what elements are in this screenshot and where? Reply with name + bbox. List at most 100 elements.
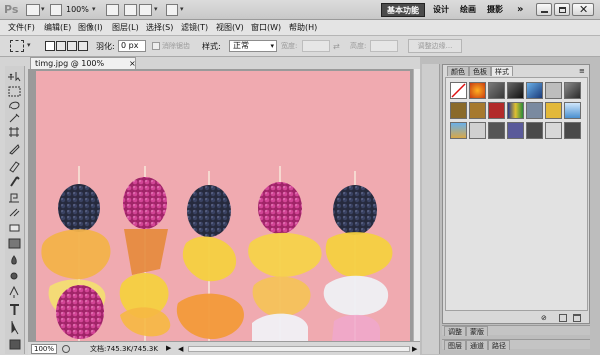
menu-window[interactable]: 窗口(W): [251, 22, 281, 34]
tab-masks[interactable]: 蒙版: [466, 326, 488, 336]
style-select[interactable]: 正常 ▾: [229, 40, 277, 52]
style-swatch[interactable]: [469, 82, 486, 99]
intersect-selection-icon[interactable]: [78, 41, 88, 51]
styles-panel: 颜色 色板 样式 ≡ ⊘: [442, 64, 590, 324]
style-swatch[interactable]: [507, 122, 524, 139]
add-selection-icon[interactable]: [56, 41, 66, 51]
chevron-down-icon[interactable]: ▾: [154, 5, 158, 13]
menu-image[interactable]: 图像(I): [78, 22, 103, 34]
style-swatch[interactable]: [450, 122, 467, 139]
style-swatch[interactable]: [488, 102, 505, 119]
bridge-icon[interactable]: [26, 4, 40, 16]
horizontal-scrollbar[interactable]: [188, 346, 410, 352]
antialias-checkbox[interactable]: [152, 42, 160, 50]
menu-help[interactable]: 帮助(H): [289, 22, 317, 34]
eraser-tool-icon: [9, 224, 20, 232]
workspace-photography[interactable]: 摄影: [482, 3, 508, 17]
document-size: 文档:745.3K/745.3K: [90, 345, 158, 353]
style-swatch[interactable]: [545, 82, 562, 99]
style-swatch[interactable]: [545, 122, 562, 139]
dodge-tool-icon: [10, 272, 18, 280]
swap-icon[interactable]: ⇄: [333, 42, 340, 51]
no-style-icon: [451, 83, 466, 98]
menu-file[interactable]: 文件(F): [8, 22, 35, 34]
menu-select[interactable]: 选择(S): [146, 22, 173, 34]
refine-edge-button[interactable]: 调整边缘...: [408, 39, 462, 53]
status-info-icon[interactable]: [62, 345, 70, 353]
style-swatch[interactable]: [526, 122, 543, 139]
menu-view[interactable]: 视图(V): [216, 22, 244, 34]
subtract-selection-icon[interactable]: [67, 41, 77, 51]
minimize-button[interactable]: [536, 3, 552, 16]
tab-styles[interactable]: 样式: [491, 66, 513, 76]
height-input[interactable]: [370, 40, 398, 52]
style-swatch[interactable]: [545, 102, 562, 119]
style-swatch[interactable]: [526, 82, 543, 99]
image-canvas[interactable]: [36, 71, 410, 341]
workspace-painting[interactable]: 绘画: [455, 3, 481, 17]
tools-svg: [8, 72, 21, 350]
rotate-view-icon[interactable]: [124, 4, 137, 16]
tab-swatches[interactable]: 色板: [469, 66, 491, 76]
collapsed-panel-strip: [422, 64, 440, 354]
style-swatch[interactable]: [526, 102, 543, 119]
maximize-button[interactable]: [554, 3, 570, 16]
style-swatch[interactable]: [469, 122, 486, 139]
tab-adjustments[interactable]: 调整: [444, 326, 466, 336]
zoom-level-menu[interactable]: 100%: [66, 4, 89, 16]
crop-tool-icon: [9, 127, 19, 137]
style-swatch[interactable]: [450, 102, 467, 119]
style-label: 样式:: [202, 42, 221, 51]
menu-edit[interactable]: 编辑(E): [44, 22, 71, 34]
style-none-swatch[interactable]: [450, 82, 467, 99]
scroll-left-icon[interactable]: ◀: [178, 345, 183, 353]
close-window-button[interactable]: ✕: [572, 3, 594, 16]
scroll-right-icon[interactable]: ▶: [412, 345, 417, 353]
style-swatch[interactable]: [564, 122, 581, 139]
vertical-scrollbar[interactable]: [413, 69, 420, 341]
marquee-preset-icon[interactable]: [10, 40, 24, 52]
style-swatch[interactable]: [469, 102, 486, 119]
style-swatch[interactable]: [507, 82, 524, 99]
menu-layer[interactable]: 图层(L): [112, 22, 139, 34]
minimize-icon: [541, 11, 548, 13]
width-label: 宽度:: [281, 42, 298, 50]
clear-style-icon[interactable]: ⊘: [541, 314, 547, 322]
workspace-design[interactable]: 设计: [428, 3, 454, 17]
chevron-down-icon[interactable]: ▾: [27, 41, 31, 49]
status-menu-arrow[interactable]: ▶: [166, 344, 171, 352]
tab-paths[interactable]: 路径: [488, 340, 510, 350]
chevron-down-icon[interactable]: ▾: [92, 5, 96, 13]
healing-brush-tool-icon: [9, 161, 20, 173]
menu-filter[interactable]: 滤镜(T): [181, 22, 208, 34]
delete-style-icon[interactable]: [573, 314, 581, 322]
width-input[interactable]: [302, 40, 330, 52]
mini-bridge-icon[interactable]: [50, 4, 62, 16]
tab-channels[interactable]: 通道: [466, 340, 488, 350]
close-document-icon[interactable]: ×: [129, 58, 136, 69]
options-bar: ▾ 羽化: 0 px 消除锯齿 样式: 正常 ▾ 宽度: ⇄ 高度: 调整边缘.…: [0, 36, 600, 57]
chevron-down-icon[interactable]: ▾: [180, 5, 184, 13]
panel-menu-icon[interactable]: ≡: [579, 67, 585, 75]
style-swatch[interactable]: [507, 102, 524, 119]
feather-label: 羽化:: [96, 42, 115, 51]
new-style-icon[interactable]: [559, 314, 567, 322]
chevron-down-icon[interactable]: ▾: [41, 5, 45, 13]
hand-icon[interactable]: [106, 4, 119, 16]
arrange-documents-icon[interactable]: [139, 4, 152, 16]
document-tab[interactable]: timg.jpg @ 100%(RGB/8#) ×: [30, 57, 136, 79]
tab-layers[interactable]: 图层: [444, 340, 466, 350]
feather-input[interactable]: 0 px: [118, 40, 146, 52]
workspace-basic[interactable]: 基本功能: [381, 3, 425, 17]
new-selection-icon[interactable]: [45, 41, 55, 51]
style-swatch[interactable]: [564, 102, 581, 119]
screen-mode-icon[interactable]: [166, 4, 178, 16]
tab-color[interactable]: 颜色: [447, 66, 469, 76]
clone-stamp-tool-icon: [9, 193, 19, 203]
style-swatch[interactable]: [488, 122, 505, 139]
history-brush-tool-icon: [9, 208, 20, 217]
status-zoom[interactable]: 100%: [31, 344, 57, 354]
style-swatch[interactable]: [488, 82, 505, 99]
more-workspaces-button[interactable]: »: [512, 3, 528, 17]
style-swatch[interactable]: [564, 82, 581, 99]
